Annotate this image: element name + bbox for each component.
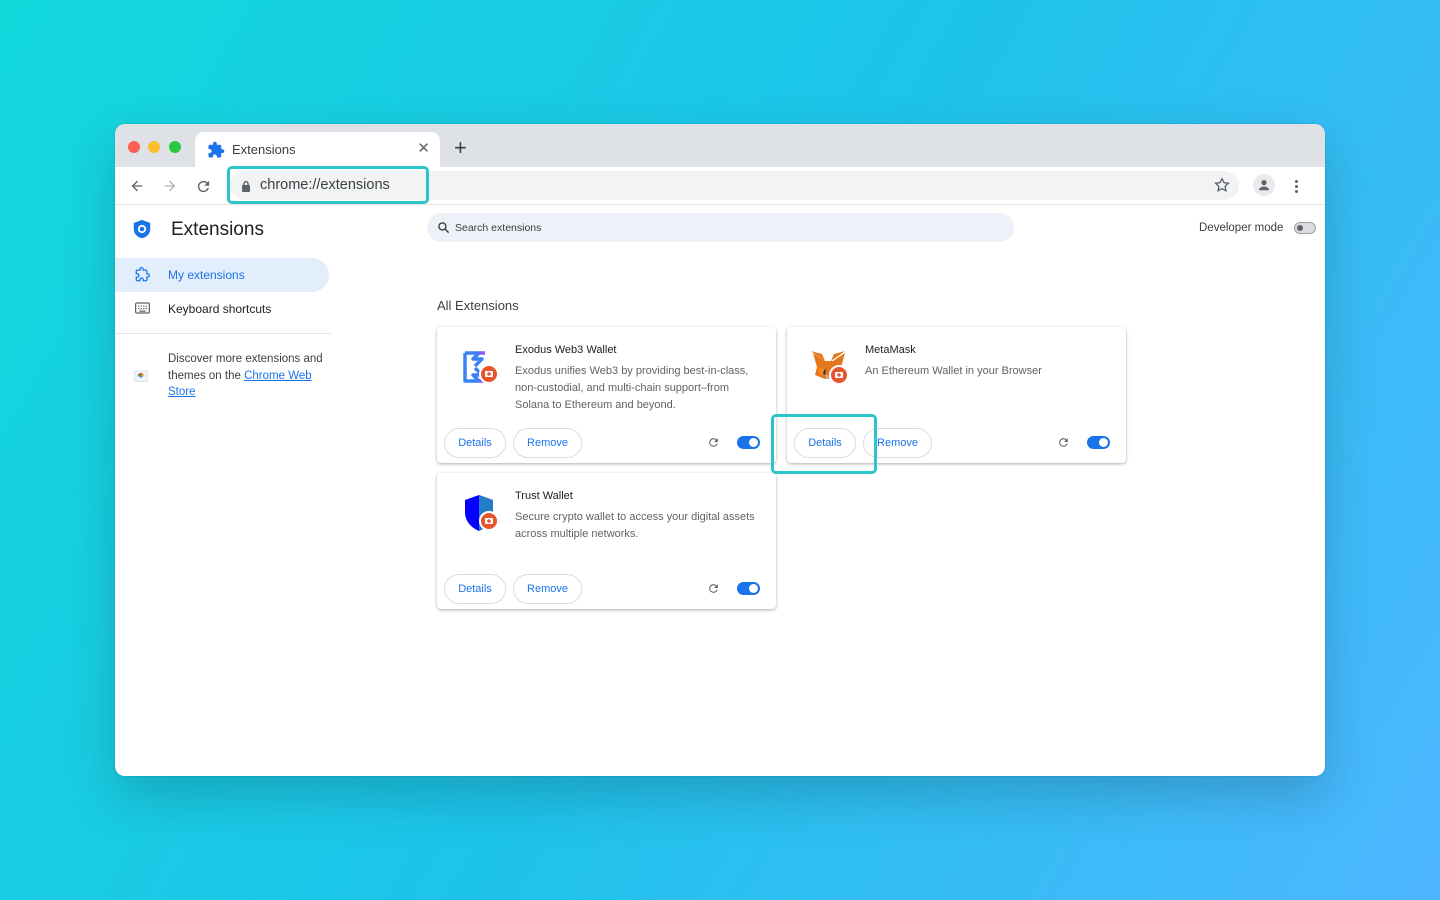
toolbar: chrome://extensions — [115, 167, 1325, 205]
minimize-window-button[interactable] — [148, 141, 160, 153]
close-tab-icon[interactable]: ✕ — [417, 139, 430, 157]
extension-name: Exodus Web3 Wallet — [515, 344, 617, 356]
all-extensions-heading: All Extensions — [437, 298, 519, 313]
tab-title: Extensions — [232, 142, 296, 157]
reload-button[interactable] — [191, 174, 215, 198]
extension-card-metamask: MetaMask An Ethereum Wallet in your Brow… — [787, 327, 1126, 463]
extension-description: An Ethereum Wallet in your Browser — [865, 365, 1042, 377]
arrow-right-icon — [164, 180, 176, 192]
back-button[interactable] — [125, 174, 149, 198]
extension-description: Secure crypto wallet to access your digi… — [515, 511, 755, 540]
more-menu-icon[interactable] — [1285, 175, 1307, 197]
sidebar-divider — [115, 333, 331, 334]
extensions-page: Extensions My extensions Keyboard shortc… — [115, 206, 1325, 776]
reload-icon — [197, 180, 209, 192]
trust-wallet-shield-icon — [457, 491, 501, 535]
search-input[interactable] — [455, 219, 995, 237]
arrow-left-icon — [131, 180, 143, 192]
tab-strip: Extensions ✕ + — [115, 124, 1325, 167]
details-button[interactable]: Details — [794, 428, 856, 458]
forward-button[interactable] — [158, 174, 182, 198]
extensions-logo-icon — [131, 218, 153, 245]
reload-icon[interactable] — [1057, 436, 1070, 454]
sidebar-item-label: Keyboard shortcuts — [168, 302, 272, 316]
new-tab-button[interactable]: + — [454, 137, 467, 159]
maximize-window-button[interactable] — [169, 141, 181, 153]
browser-window: Extensions ✕ + chrome://extensions Exten… — [115, 124, 1325, 776]
tab-extensions[interactable]: Extensions ✕ — [195, 132, 440, 167]
remove-button[interactable]: Remove — [513, 428, 582, 458]
reload-icon[interactable] — [707, 582, 720, 600]
puzzle-outline-icon — [135, 267, 150, 287]
sidebar-item-label: My extensions — [168, 268, 245, 282]
search-icon — [437, 221, 450, 239]
profile-avatar-icon[interactable] — [1253, 174, 1275, 196]
keyboard-icon — [135, 301, 150, 319]
lock-icon — [241, 179, 251, 197]
bookmark-star-icon[interactable] — [1213, 176, 1231, 199]
extension-name: MetaMask — [865, 344, 916, 356]
details-button[interactable]: Details — [444, 574, 506, 604]
enable-toggle[interactable] — [737, 582, 760, 595]
sidebar-item-keyboard-shortcuts[interactable]: Keyboard shortcuts — [115, 292, 329, 326]
developer-mode-label: Developer mode — [1199, 222, 1284, 234]
enable-toggle[interactable] — [737, 436, 760, 449]
exodus-logo-icon — [457, 345, 501, 389]
details-button[interactable]: Details — [444, 428, 506, 458]
extension-description: Exodus unifies Web3 by providing best-in… — [515, 365, 749, 411]
extension-card-trust-wallet: Trust Wallet Secure crypto wallet to acc… — [437, 473, 776, 609]
remove-button[interactable]: Remove — [863, 428, 932, 458]
reload-icon[interactable] — [707, 436, 720, 454]
extension-card-exodus: Exodus Web3 Wallet Exodus unifies Web3 b… — [437, 327, 776, 463]
puzzle-icon — [207, 141, 225, 159]
metamask-fox-icon — [807, 345, 851, 389]
discover-text: Discover more extensions and themes on t… — [168, 351, 328, 401]
extension-name: Trust Wallet — [515, 490, 573, 502]
enable-toggle[interactable] — [1087, 436, 1110, 449]
close-window-button[interactable] — [128, 141, 140, 153]
sidebar-item-my-extensions[interactable]: My extensions — [115, 258, 329, 292]
search-bar[interactable] — [427, 213, 1014, 242]
remove-button[interactable]: Remove — [513, 574, 582, 604]
developer-mode-toggle[interactable] — [1294, 222, 1316, 234]
chrome-web-store-icon — [133, 367, 149, 388]
address-bar[interactable]: chrome://extensions — [230, 171, 1239, 200]
page-title: Extensions — [171, 219, 264, 240]
url-text: chrome://extensions — [260, 177, 390, 193]
